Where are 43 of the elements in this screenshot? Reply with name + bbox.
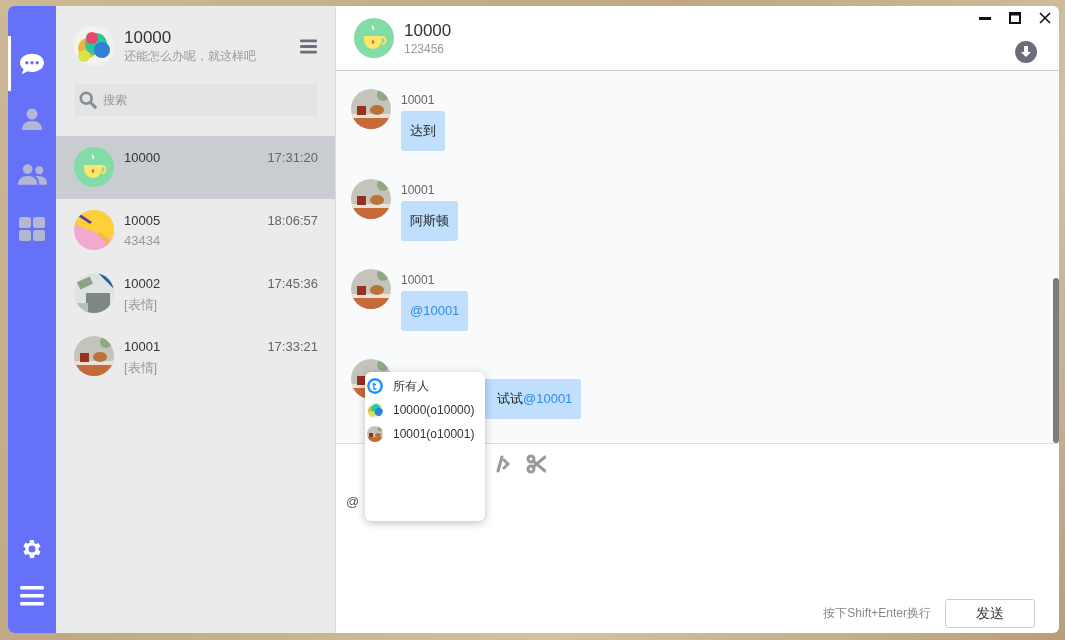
chat-subtitle: 123456 (404, 41, 446, 56)
scrollbar-thumb[interactable] (1053, 278, 1059, 443)
conversation-item[interactable]: 10005 18:06:57 43434 (56, 199, 335, 262)
search-icon (79, 91, 97, 109)
people-icon (16, 161, 48, 186)
send-button[interactable]: 发送 (945, 599, 1035, 628)
message-preview: 43434 (124, 233, 162, 248)
contact-name: 10000 (124, 150, 161, 165)
grid-icon (19, 216, 45, 241)
contact-name: 10002 (124, 276, 161, 291)
sender-name: 10001 (401, 92, 436, 108)
message-time: 17:31:20 (267, 150, 318, 165)
conversation-item[interactable]: 10001 17:33:21 [表情] (56, 325, 335, 388)
chat-title: 10000 (404, 20, 453, 41)
menu-icon[interactable] (300, 38, 317, 54)
cup-avatar (354, 18, 394, 58)
scissors-icon[interactable] (526, 454, 546, 474)
message-time: 17:33:21 (267, 339, 318, 354)
conversation-item[interactable]: 10002 17:45:36 [表情] (56, 262, 335, 325)
conversation-item[interactable]: 10000 17:31:20 (56, 136, 335, 199)
contact-name: 10001 (124, 339, 161, 354)
menu-icon[interactable] (20, 585, 44, 607)
message-time: 17:45:36 (267, 276, 318, 291)
maximize-icon[interactable] (1009, 12, 1021, 24)
message-preview: [表情] (124, 359, 159, 377)
sender-name: 10001 (401, 272, 436, 288)
message-preview: [表情] (124, 296, 159, 314)
person-icon (20, 106, 44, 131)
profile-signature: 还能怎么办呢，就这样吧 (124, 48, 257, 64)
cup-avatar (74, 147, 114, 187)
close-icon[interactable] (1039, 12, 1051, 24)
contact-name: 10005 (124, 213, 161, 228)
chat-bubble-icon (18, 51, 46, 76)
search-field[interactable]: 搜索 (74, 84, 318, 116)
download-icon[interactable] (1015, 41, 1037, 63)
message-bubble: @10001 (401, 291, 469, 331)
hint-text: 按下Shift+Enter换行 (823, 605, 931, 622)
mention-option[interactable]: 10001(o10001) (393, 427, 475, 441)
message-time: 18:06:57 (267, 213, 318, 228)
message-bubble: 达到 (401, 111, 445, 151)
sender-name: 10001 (401, 182, 436, 198)
profile-name: 10000 (124, 28, 173, 48)
message-bubble: 阿斯顿 (401, 201, 458, 241)
